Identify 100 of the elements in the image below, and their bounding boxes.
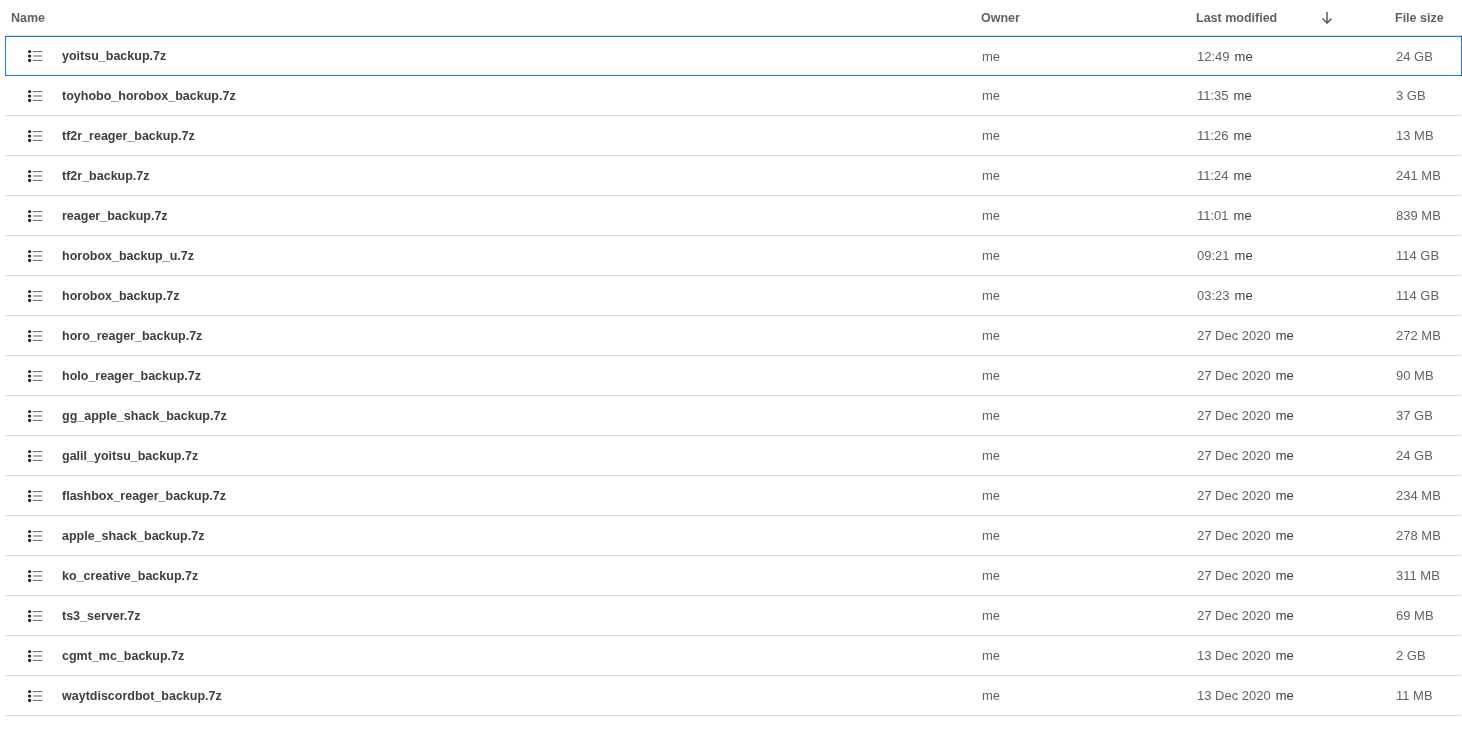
file-name: ko_creative_backup.7z [62, 568, 199, 583]
file-name: gg_apple_shack_backup.7z [62, 408, 227, 423]
file-row[interactable]: flashbox_reager_backup.7z me 27 Dec 2020 me 234 MB [5, 476, 1462, 516]
list-icon [28, 129, 42, 142]
file-row[interactable]: cgmt_mc_backup.7z me 13 Dec 2020 me 2 GB [5, 636, 1462, 676]
list-icon [28, 289, 42, 302]
owner-text: me [982, 408, 1001, 423]
owner-text: me [982, 688, 1001, 703]
owner-text: me [982, 528, 1001, 543]
file-size: 234 MB [1396, 488, 1441, 503]
modified-time: 11:26 [1197, 128, 1229, 143]
file-row[interactable]: horo_reager_backup.7z me 27 Dec 2020 me 272 MB [5, 316, 1462, 356]
file-row[interactable]: waytdiscordbot_backup.7z me 13 Dec 2020 me 11 MB [5, 676, 1462, 716]
modified-by: me [1234, 48, 1253, 64]
file-row[interactable]: yoitsu_backup.7z me 12:49 me 24 GB [5, 36, 1462, 76]
file-size: 278 MB [1396, 528, 1441, 543]
modified-time: 27 Dec 2020 [1197, 408, 1271, 423]
modified-time: 27 Dec 2020 [1197, 528, 1271, 543]
file-name: tf2r_backup.7z [62, 168, 150, 183]
list-icon [28, 369, 42, 382]
file-name: galil_yoitsu_backup.7z [62, 448, 199, 463]
file-name: horobox_backup_u.7z [62, 248, 194, 263]
modified-by: me [1275, 328, 1294, 343]
file-size: 90 MB [1396, 368, 1434, 383]
file-size: 2 GB [1396, 648, 1426, 663]
file-row[interactable]: tf2r_reager_backup.7z me 11:26 me 13 MB [5, 116, 1462, 156]
file-name: flashbox_reager_backup.7z [62, 488, 226, 503]
file-row[interactable]: galil_yoitsu_backup.7z me 27 Dec 2020 me 24 GB [5, 436, 1462, 476]
file-size: 37 GB [1396, 408, 1433, 423]
file-row[interactable]: gg_apple_shack_backup.7z me 27 Dec 2020 me 37 GB [5, 396, 1462, 436]
file-row[interactable]: horobox_backup.7z me 03:23 me 114 GB [5, 276, 1462, 316]
modified-by: me [1275, 368, 1294, 383]
modified-by: me [1275, 448, 1294, 463]
file-name: reager_backup.7z [62, 208, 168, 223]
owner-text: me [982, 328, 1001, 343]
owner-text: me [982, 608, 1001, 623]
file-row[interactable]: tf2r_backup.7z me 11:24 me 241 MB [5, 156, 1462, 196]
modified-time: 11:01 [1197, 208, 1229, 223]
modified-by: me [1275, 488, 1294, 503]
modified-by: me [1275, 528, 1294, 543]
owner-text: me [982, 128, 1001, 143]
file-name: waytdiscordbot_backup.7z [62, 688, 222, 703]
modified-by: me [1234, 288, 1253, 303]
file-size: 13 MB [1396, 128, 1434, 143]
owner-text: me [982, 248, 1001, 263]
modified-time: 11:24 [1197, 168, 1229, 183]
list-icon [28, 489, 42, 502]
file-row[interactable]: toyhobo_horobox_backup.7z me 11:35 me 3 GB [5, 76, 1462, 116]
modified-time: 09:21 [1197, 248, 1230, 263]
modified-time: 27 Dec 2020 [1197, 568, 1271, 583]
modified-by: me [1234, 248, 1253, 263]
modified-time: 27 Dec 2020 [1197, 368, 1271, 383]
list-icon [28, 449, 42, 462]
owner-text: me [982, 168, 1001, 183]
owner-text: me [982, 88, 1001, 103]
file-row[interactable]: apple_shack_backup.7z me 27 Dec 2020 me 278 MB [5, 516, 1462, 556]
file-row[interactable]: reager_backup.7z me 11:01 me 839 MB [5, 196, 1462, 236]
file-size: 69 MB [1396, 608, 1434, 623]
list-icon [28, 169, 42, 182]
sort-arrow-icon[interactable] [1321, 10, 1334, 25]
owner-text: me [982, 368, 1001, 383]
file-row[interactable]: horobox_backup_u.7z me 09:21 me 114 GB [5, 236, 1462, 276]
file-size: 11 MB [1396, 688, 1433, 703]
owner-text: me [982, 448, 1001, 463]
modified-time: 27 Dec 2020 [1197, 328, 1271, 343]
modified-time: 11:35 [1197, 88, 1229, 103]
owner-text: me [982, 208, 1001, 223]
list-icon [28, 329, 42, 342]
modified-by: me [1275, 408, 1294, 423]
owner-text: me [982, 488, 1001, 503]
list-icon [28, 569, 42, 582]
file-row[interactable]: holo_reager_backup.7z me 27 Dec 2020 me 90 MB [5, 356, 1462, 396]
file-size: 24 GB [1396, 448, 1433, 463]
modified-time: 27 Dec 2020 [1197, 488, 1271, 503]
list-icon [28, 89, 42, 102]
file-row[interactable]: ko_creative_backup.7z me 27 Dec 2020 me 311 MB [5, 556, 1462, 596]
modified-by: me [1275, 608, 1294, 623]
file-size: 272 MB [1396, 328, 1441, 343]
file-row[interactable]: ts3_server.7z me 27 Dec 2020 me 69 MB [5, 596, 1462, 636]
column-header[interactable]: File size [1395, 10, 1444, 25]
file-name: yoitsu_backup.7z [62, 49, 167, 63]
file-name: toyhobo_horobox_backup.7z [62, 88, 236, 103]
list-icon [28, 209, 42, 222]
list-icon [28, 409, 42, 422]
owner-text: me [982, 288, 1001, 303]
column-header[interactable]: Name [11, 10, 46, 25]
owner-text: me [982, 568, 1001, 583]
modified-by: me [1275, 688, 1294, 703]
column-header[interactable]: Owner [981, 10, 1020, 25]
file-size: 241 MB [1396, 168, 1441, 183]
list-icon [28, 609, 42, 622]
file-name: ts3_server.7z [62, 608, 141, 623]
file-size: 3 GB [1396, 88, 1426, 103]
file-name: cgmt_mc_backup.7z [62, 648, 185, 663]
list-icon [28, 649, 42, 662]
modified-time: 13 Dec 2020 [1197, 648, 1271, 663]
column-header[interactable]: Last modified [1196, 10, 1278, 25]
modified-by: me [1233, 168, 1252, 183]
modified-by: me [1233, 208, 1252, 223]
file-size: 839 MB [1396, 208, 1441, 223]
